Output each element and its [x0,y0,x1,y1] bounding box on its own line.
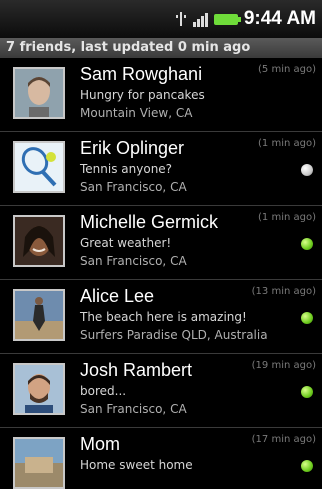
avatar-photo [15,291,63,339]
avatar [13,141,65,193]
avatar-photo [15,439,63,487]
presence-online-icon [301,238,313,250]
friend-name: Erik Oplinger [80,138,185,158]
presence-idle-icon [301,164,313,176]
updated-time: (13 min ago) [251,286,316,297]
friend-name: Mom [80,434,120,454]
friend-status: Great weather! [80,236,172,250]
usb-icon [175,10,187,28]
friend-row[interactable]: Mom Home sweet home (17 min ago) [0,428,322,489]
friend-location: San Francisco, CA [80,180,187,194]
friend-location: Mountain View, CA [80,106,193,120]
friends-list: Sam Rowghani Hungry for pancakes Mountai… [0,58,322,489]
friend-name: Alice Lee [80,286,155,306]
friend-row[interactable]: Alice Lee The beach here is amazing! Sur… [0,280,322,354]
friends-summary: 7 friends, last updated 0 min ago [0,38,322,58]
avatar [13,289,65,341]
avatar [13,363,65,415]
avatar-photo [15,217,63,265]
updated-time: (19 min ago) [251,360,316,371]
avatar-photo [15,365,63,413]
friend-location: Surfers Paradise QLD, Australia [80,328,268,342]
updated-time: (1 min ago) [258,212,316,223]
friend-status: Tennis anyone? [80,162,173,176]
avatar [13,215,65,267]
friend-status: Home sweet home [80,458,193,472]
friend-row[interactable]: Erik Oplinger Tennis anyone? San Francis… [0,132,322,206]
friend-status: bored... [80,384,127,398]
friend-status: Hungry for pancakes [80,88,205,102]
presence-online-icon [301,312,313,324]
avatar [13,67,65,119]
presence-online-icon [301,460,313,472]
updated-time: (1 min ago) [258,138,316,149]
presence-online-icon [301,386,313,398]
friend-name: Josh Rambert [80,360,193,380]
friend-name: Michelle Germick [80,212,219,232]
friend-location: San Francisco, CA [80,402,187,416]
updated-time: (5 min ago) [258,64,316,75]
avatar-photo [15,69,63,117]
friend-row[interactable]: Michelle Germick Great weather! San Fran… [0,206,322,280]
friend-row[interactable]: Sam Rowghani Hungry for pancakes Mountai… [0,58,322,132]
updated-time: (17 min ago) [251,434,316,445]
battery-icon [213,13,241,25]
avatar [13,437,65,489]
clock: 9:44 AM [243,8,316,29]
status-bar: 9:44 AM [0,0,322,38]
friend-row[interactable]: Josh Rambert bored... San Francisco, CA … [0,354,322,428]
friend-name: Sam Rowghani [80,64,203,84]
signal-icon [192,11,208,27]
friend-status: The beach here is amazing! [80,310,247,324]
tennis-racket-icon [15,143,63,191]
status-icons: 9:44 AM [175,8,316,30]
friend-location: San Francisco, CA [80,254,187,268]
